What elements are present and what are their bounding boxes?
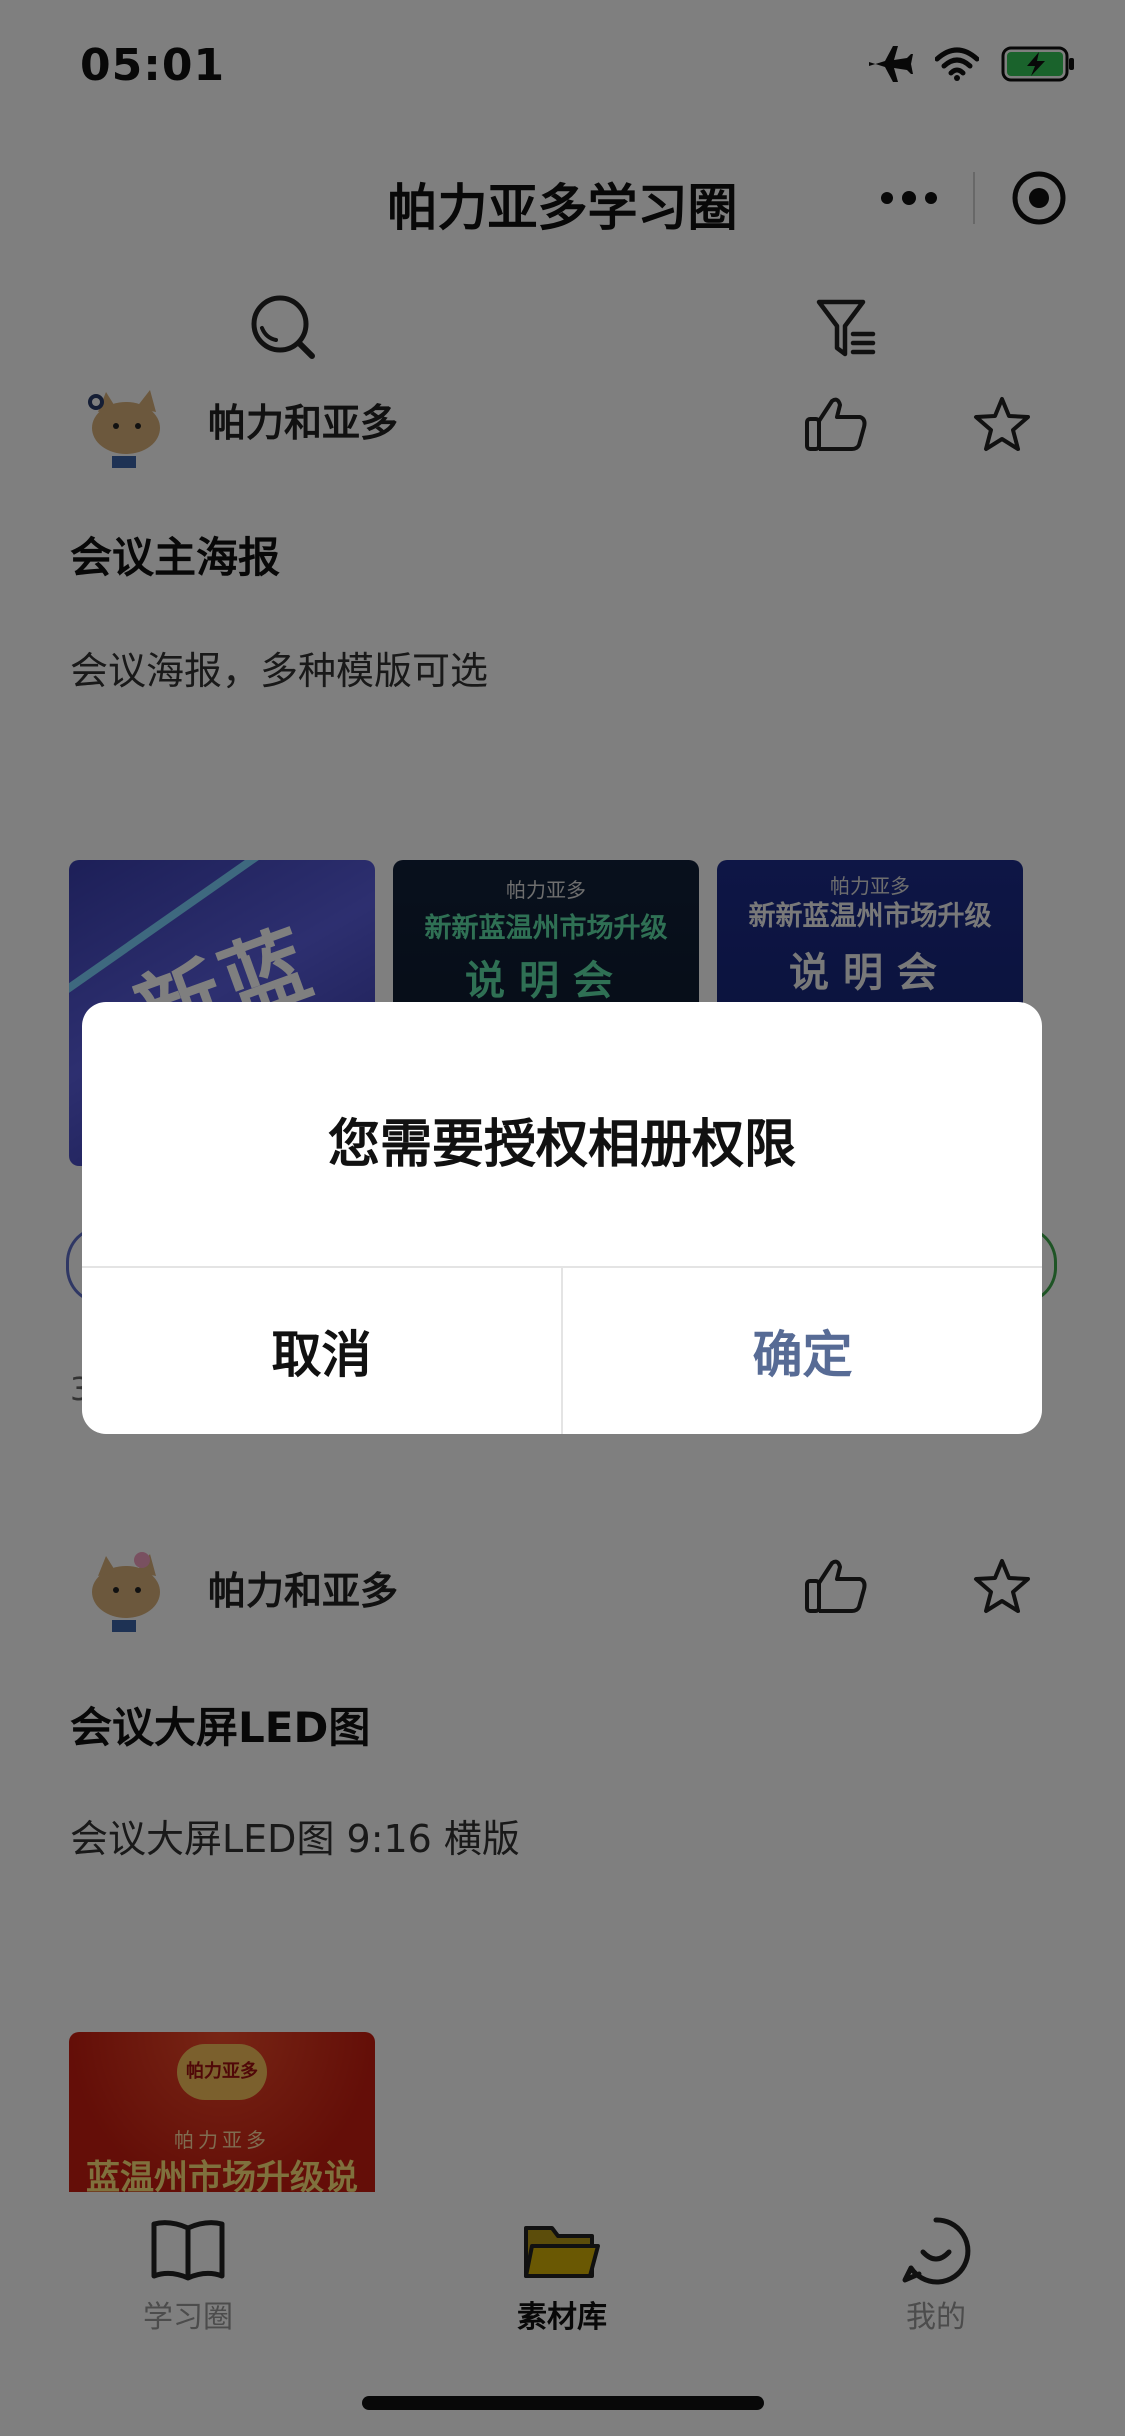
app-screen: 05:01 帕力亚多学习圈 <box>0 0 1125 2436</box>
dialog-message: 您需要授权相册权限 <box>327 1115 796 1175</box>
permission-dialog: 您需要授权相册权限 取消 确定 <box>82 1002 1042 1434</box>
confirm-button[interactable]: 确定 <box>563 1268 1042 1434</box>
cancel-button[interactable]: 取消 <box>82 1268 561 1434</box>
